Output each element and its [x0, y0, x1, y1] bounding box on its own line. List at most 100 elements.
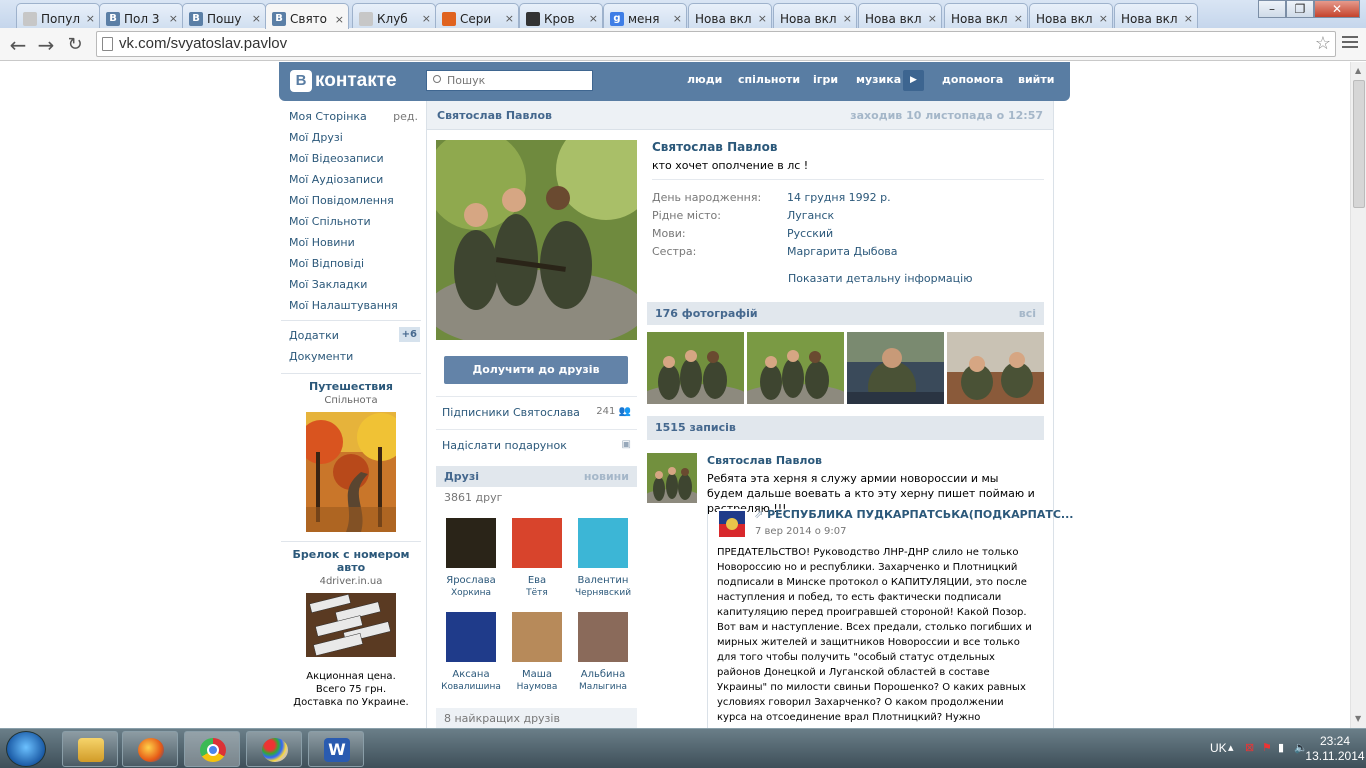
edit-link[interactable]: ред. [393, 110, 418, 123]
info-value[interactable]: Русский [787, 227, 833, 240]
tab-close-icon[interactable]: × [86, 12, 95, 25]
nav-music[interactable]: музика [856, 73, 901, 86]
friend-item[interactable]: Альбина Малыгина [570, 612, 636, 693]
network-alert-icon[interactable]: ⊠ [1245, 741, 1257, 755]
tab-close-icon[interactable]: × [843, 12, 852, 25]
posts-header[interactable]: 1515 записів [647, 416, 1044, 440]
post-author[interactable]: Святослав Павлов [707, 454, 822, 467]
browser-tab[interactable]: В Пошу × [182, 3, 266, 28]
show-details-link[interactable]: Показати детальну інформацію [788, 272, 1044, 285]
chrome-menu-icon[interactable] [1342, 36, 1358, 51]
nav-logout[interactable]: вийти [1018, 73, 1054, 86]
friend-item[interactable]: Аксана Ковалишина [438, 612, 504, 693]
scrollbar-thumb[interactable] [1353, 80, 1365, 208]
tab-close-icon[interactable]: × [1184, 12, 1193, 25]
browser-tab[interactable]: Сери × [435, 3, 519, 28]
left-menu-item[interactable]: Мої Аудіозаписи [281, 169, 421, 190]
browser-tab[interactable]: g меня × [603, 3, 687, 28]
friend-item[interactable]: Ярослава Хоркина [438, 518, 504, 599]
friend-avatar[interactable] [512, 518, 562, 568]
nav-help[interactable]: допомога [942, 73, 1003, 86]
browser-tab[interactable]: Кров × [519, 3, 603, 28]
taskbar-word[interactable]: W [308, 731, 364, 767]
browser-tab[interactable]: Попул × [16, 3, 100, 28]
tab-close-icon[interactable]: × [335, 13, 344, 26]
scroll-up-icon[interactable]: ▲ [1355, 66, 1361, 75]
tab-close-icon[interactable]: × [422, 12, 431, 25]
photos-all-link[interactable]: всі [1019, 307, 1036, 320]
taskbar-explorer[interactable] [62, 731, 118, 767]
tab-close-icon[interactable]: × [169, 12, 178, 25]
nav-games[interactable]: ігри [813, 73, 838, 86]
browser-tab[interactable]: В Пол 3 × [99, 3, 183, 28]
browser-tab[interactable]: Нова вкл × [1029, 3, 1113, 28]
address-bar[interactable]: vk.com/svyatoslav.pavlov ☆ [96, 31, 1336, 57]
signal-icon[interactable]: ▮ [1278, 741, 1290, 755]
flag-alert-icon[interactable]: ⚑ [1262, 741, 1274, 755]
tab-close-icon[interactable]: × [589, 12, 598, 25]
vk-search-input[interactable]: Пошук [426, 70, 593, 91]
left-menu-item[interactable]: Мої Спільноти [281, 211, 421, 232]
friends-news-link[interactable]: новини [584, 470, 629, 483]
left-menu-item[interactable]: Мої Новини [281, 232, 421, 253]
left-menu-item[interactable]: Мої Відеозаписи [281, 148, 421, 169]
back-icon[interactable]: ← [6, 33, 30, 57]
reload-icon[interactable]: ↻ [63, 34, 87, 55]
left-menu-item[interactable]: Мої Повідомлення [281, 190, 421, 211]
browser-tab[interactable]: Нова вкл × [773, 3, 857, 28]
vertical-scrollbar[interactable]: ▲ ▼ [1350, 62, 1366, 728]
ad-title[interactable]: Путешествия [281, 380, 421, 393]
left-menu-item[interactable]: Мої Друзі [281, 127, 421, 148]
minimize-button[interactable]: – [1258, 0, 1286, 18]
browser-tab[interactable]: Нова вкл × [858, 3, 942, 28]
nav-communities[interactable]: спільноти [738, 73, 800, 86]
photo-thumb[interactable] [747, 332, 844, 404]
close-window-button[interactable]: ✕ [1314, 0, 1360, 18]
ad-travel[interactable]: Путешествия Спільнота [281, 380, 421, 535]
tab-close-icon[interactable]: × [758, 12, 767, 25]
info-value[interactable]: Маргарита Дыбова [787, 245, 898, 258]
followers-link[interactable]: Підписники Святослава 241 👥 [436, 396, 637, 426]
friend-avatar[interactable] [446, 612, 496, 662]
friends-header[interactable]: Друзі новини [436, 466, 637, 487]
tab-close-icon[interactable]: × [1014, 12, 1023, 25]
repost-date[interactable]: 7 вер 2014 о 9:07 [755, 526, 847, 537]
tab-close-icon[interactable]: × [252, 12, 261, 25]
ad-keychain[interactable]: Брелок с номером авто 4driver.in.ua Акци… [281, 548, 421, 709]
bookmark-star-icon[interactable]: ☆ [1315, 33, 1331, 54]
post-author-avatar[interactable] [647, 453, 697, 503]
browser-tab[interactable]: Нова вкл × [688, 3, 772, 28]
maximize-button[interactable]: ❐ [1286, 0, 1314, 18]
start-button[interactable] [6, 731, 46, 767]
best-friends-header[interactable]: 8 найкращих друзів [436, 708, 637, 728]
left-menu-item[interactable]: Мої Закладки [281, 274, 421, 295]
browser-tab[interactable]: Нова вкл × [1114, 3, 1198, 28]
friend-avatar[interactable] [446, 518, 496, 568]
clock[interactable]: 23:24 13.11.2014 [1300, 734, 1366, 764]
friend-item[interactable]: Валентин Чернявский [570, 518, 636, 599]
send-gift-link[interactable]: Надіслати подарунок ▣ [436, 429, 637, 459]
taskbar-paint[interactable] [246, 731, 302, 767]
ad-title[interactable]: Брелок с номером авто [281, 548, 421, 574]
info-value[interactable]: Луганск [787, 209, 834, 222]
forward-icon[interactable]: → [34, 33, 58, 57]
taskbar-chrome[interactable] [184, 731, 240, 767]
info-value[interactable]: 14 грудня 1992 р. [787, 191, 891, 204]
ad-image-keychains[interactable] [306, 593, 396, 657]
repost-source[interactable]: ⇗ РЕСПУБЛИКА ПУДКАРПАТСЬКА(ПОДКАРПАТС... [754, 508, 1073, 521]
play-icon[interactable]: ▶ [903, 70, 924, 91]
friend-avatar[interactable] [578, 612, 628, 662]
photo-thumb[interactable] [947, 332, 1044, 404]
friend-item[interactable]: Ева Тётя [504, 518, 570, 599]
scroll-down-icon[interactable]: ▼ [1355, 714, 1361, 723]
photo-thumb[interactable] [847, 332, 944, 404]
ad-image-autumn[interactable] [299, 412, 405, 532]
tab-close-icon[interactable]: × [505, 12, 514, 25]
left-menu-item[interactable]: Моя Сторінка ред. [281, 106, 421, 127]
left-menu-item[interactable]: Мої Відповіді [281, 253, 421, 274]
browser-tab[interactable]: Клуб × [352, 3, 436, 28]
language-indicator[interactable]: UK [1210, 741, 1227, 755]
add-friend-button[interactable]: Долучити до друзів [444, 356, 628, 384]
profile-avatar[interactable] [436, 140, 637, 340]
friend-item[interactable]: Маша Наумова [504, 612, 570, 693]
